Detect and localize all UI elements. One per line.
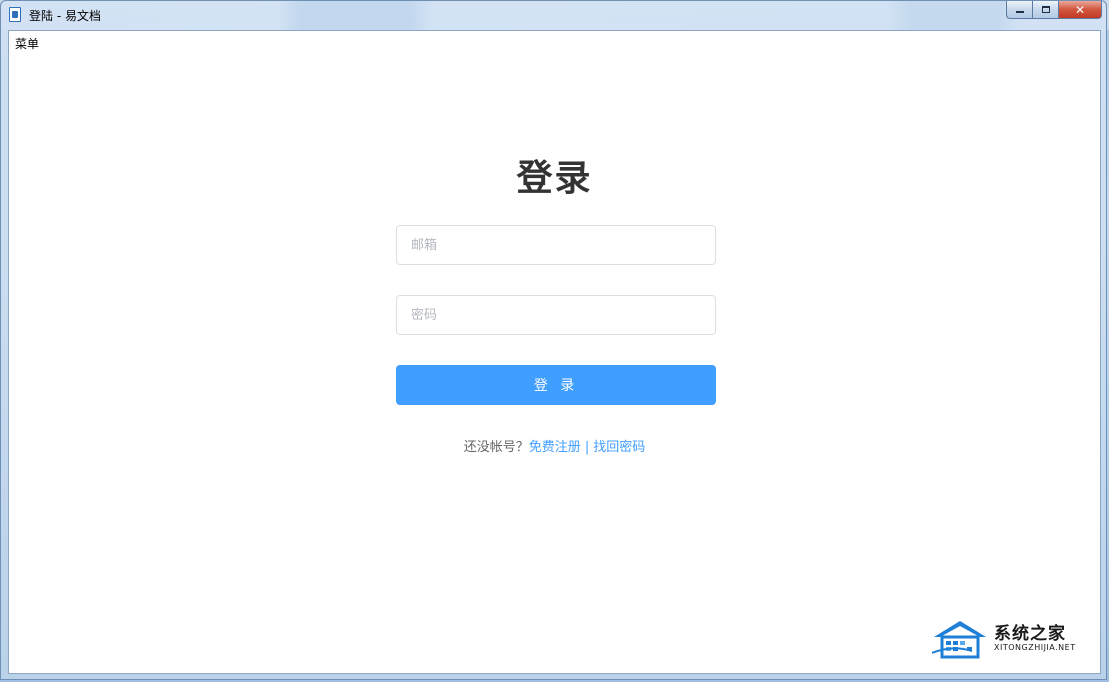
minimize-button[interactable]: [1006, 1, 1032, 19]
recover-password-link[interactable]: 找回密码: [593, 440, 645, 455]
house-logo-icon: [932, 621, 986, 659]
login-button[interactable]: 登 录: [396, 365, 716, 405]
menu-bar: 菜单: [9, 31, 1100, 51]
link-separator: |: [584, 440, 590, 455]
close-button[interactable]: ✕: [1058, 1, 1102, 19]
window-controls: ✕: [1006, 1, 1102, 20]
maximize-button[interactable]: [1032, 1, 1058, 19]
no-account-prompt: 还没帐号？: [463, 440, 529, 455]
minimize-icon: [1015, 11, 1024, 13]
app-document-icon: [9, 7, 21, 22]
app-window: 登陆 - 易文档 ✕ 菜单 登录 登 录 还没帐号？免费注册|找回密码: [0, 0, 1107, 680]
client-area: 菜单 登录 登 录 还没帐号？免费注册|找回密码 系统之家 XITONGZHIJ…: [8, 30, 1101, 674]
close-icon: ✕: [1074, 2, 1086, 17]
watermark-title: 系统之家: [994, 624, 1066, 644]
register-link[interactable]: 免费注册: [529, 440, 581, 455]
window-title: 登陆 - 易文档: [29, 9, 101, 23]
login-heading: 登录: [516, 158, 593, 199]
watermark: 系统之家 XITONGZHIJIA.NET: [932, 617, 1092, 663]
maximize-icon: [1041, 6, 1050, 13]
password-input[interactable]: [396, 295, 716, 335]
watermark-subtitle: XITONGZHIJIA.NET: [994, 643, 1076, 652]
title-bar[interactable]: 登陆 - 易文档 ✕: [1, 1, 1106, 29]
email-input[interactable]: [396, 225, 716, 265]
account-links: 还没帐号？免费注册 | 找回密码: [9, 436, 1100, 455]
menu-item-menu[interactable]: 菜单: [15, 35, 39, 52]
